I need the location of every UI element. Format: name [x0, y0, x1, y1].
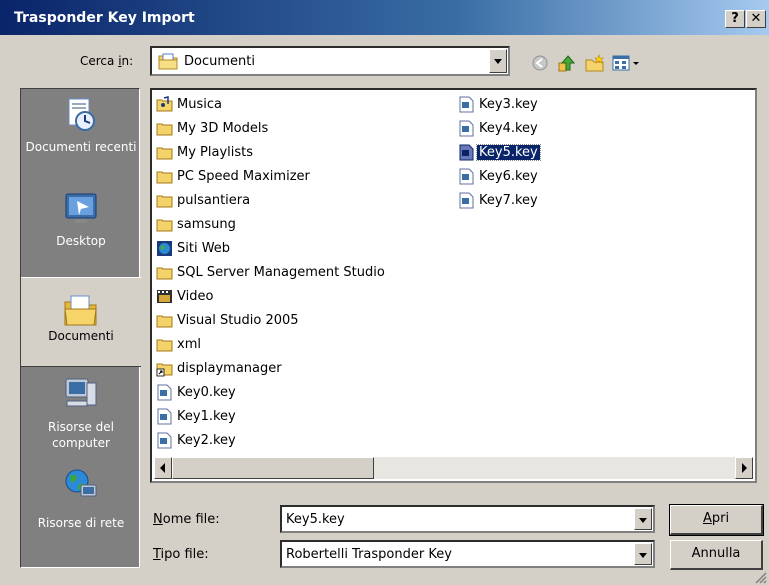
- place-recent-documents[interactable]: Documenti recenti: [21, 89, 141, 179]
- list-item[interactable]: Key2.key: [156, 430, 238, 450]
- place-my-computer[interactable]: Risorse del computer: [21, 367, 141, 457]
- list-item[interactable]: PC Speed Maximizer: [156, 166, 312, 186]
- resize-grip-icon[interactable]: [753, 570, 767, 584]
- places-bar: Documenti recenti Desktop Documenti Riso…: [20, 88, 141, 568]
- filename-value: Key5.key: [286, 511, 345, 527]
- video-folder-icon: [157, 289, 172, 303]
- music-folder-icon: [156, 95, 173, 111]
- folder-icon: [156, 315, 173, 327]
- arrow-left-icon: [160, 463, 165, 473]
- list-item[interactable]: Key1.key: [156, 406, 238, 426]
- up-folder-icon[interactable]: [557, 54, 577, 72]
- list-item[interactable]: Siti Web: [156, 238, 232, 258]
- key-file-icon: [157, 408, 172, 424]
- list-item[interactable]: Musica: [156, 94, 224, 114]
- folder-icon: [156, 123, 173, 135]
- back-icon[interactable]: [530, 54, 550, 72]
- desktop-icon: [65, 193, 97, 223]
- list-item[interactable]: SQL Server Management Studio: [156, 262, 387, 282]
- filetype-value: Robertelli Trasponder Key: [286, 546, 452, 562]
- my-documents-icon: [64, 295, 97, 326]
- list-item[interactable]: pulsantiera: [156, 190, 252, 210]
- list-item[interactable]: Key6.key: [458, 166, 540, 186]
- list-item[interactable]: Key7.key: [458, 190, 540, 210]
- folder-icon: [156, 339, 173, 351]
- file-list[interactable]: Musica My 3D Models My Playlists PC Spee…: [150, 88, 757, 483]
- list-item[interactable]: My 3D Models: [156, 118, 270, 138]
- horizontal-scrollbar[interactable]: [154, 457, 753, 479]
- list-item[interactable]: Video: [156, 286, 215, 306]
- list-item[interactable]: Key4.key: [458, 118, 540, 138]
- folder-icon: [156, 147, 173, 159]
- key-file-icon: [157, 384, 172, 400]
- shortcut-folder-icon: [156, 363, 173, 376]
- folder-icon: [156, 171, 173, 183]
- help-button[interactable]: ?: [725, 10, 745, 28]
- list-item[interactable]: Key0.key: [156, 382, 238, 402]
- key-file-icon: [459, 96, 474, 112]
- place-label: Risorse di rete: [37, 516, 125, 530]
- list-item-selected[interactable]: Key5.key: [458, 142, 541, 162]
- view-menu-icon[interactable]: [612, 54, 642, 72]
- list-item[interactable]: Key3.key: [458, 94, 540, 114]
- filename-field[interactable]: Key5.key: [280, 505, 655, 533]
- lookin-label: Cerca in:: [80, 54, 134, 68]
- window-title: Trasponder Key Import: [14, 10, 195, 26]
- list-item[interactable]: samsung: [156, 214, 238, 234]
- scroll-thumb[interactable]: [172, 457, 374, 479]
- lookin-value: Documenti: [184, 53, 255, 69]
- folder-icon: [156, 267, 173, 279]
- filename-dropdown-arrow[interactable]: [634, 508, 652, 530]
- place-label: Documenti: [48, 329, 114, 343]
- key-file-icon: [459, 192, 474, 208]
- lookin-combo[interactable]: Documenti: [150, 46, 510, 76]
- new-folder-icon[interactable]: [585, 54, 605, 72]
- web-folder-icon: [157, 240, 172, 256]
- place-label: Desktop: [56, 234, 106, 248]
- key-file-icon: [459, 120, 474, 136]
- my-computer-icon: [65, 378, 97, 407]
- place-desktop[interactable]: Desktop: [21, 179, 141, 269]
- filetype-label: Tipo file:: [153, 547, 209, 562]
- title-bar: Trasponder Key Import ? ✕: [0, 0, 769, 35]
- place-my-documents[interactable]: Documenti: [21, 277, 141, 367]
- recent-documents-icon: [68, 98, 95, 131]
- list-item[interactable]: xml: [156, 334, 203, 354]
- my-documents-small-icon: [158, 53, 178, 70]
- filename-label: Nome file:: [153, 512, 220, 527]
- scroll-left-button[interactable]: [154, 457, 172, 479]
- place-label: Risorse del computer: [48, 420, 114, 450]
- cancel-button[interactable]: Annulla: [670, 540, 763, 570]
- scroll-right-button[interactable]: [735, 457, 753, 479]
- network-places-icon: [65, 469, 97, 497]
- key-file-icon: [459, 144, 474, 160]
- lookin-dropdown-arrow[interactable]: [489, 49, 507, 73]
- open-button[interactable]: Apri: [669, 504, 764, 536]
- arrow-right-icon: [742, 463, 747, 473]
- folder-icon: [156, 195, 173, 207]
- key-file-icon: [459, 168, 474, 184]
- key-file-icon: [157, 432, 172, 448]
- filetype-select[interactable]: Robertelli Trasponder Key: [280, 540, 655, 568]
- list-item[interactable]: displaymanager: [156, 358, 284, 378]
- place-network[interactable]: Risorse di rete: [21, 459, 141, 549]
- list-item[interactable]: Visual Studio 2005: [156, 310, 301, 330]
- list-item[interactable]: My Playlists: [156, 142, 255, 162]
- place-label: Documenti recenti: [25, 140, 137, 154]
- folder-icon: [156, 219, 173, 231]
- filetype-dropdown-arrow[interactable]: [634, 543, 652, 565]
- close-button[interactable]: ✕: [746, 10, 766, 28]
